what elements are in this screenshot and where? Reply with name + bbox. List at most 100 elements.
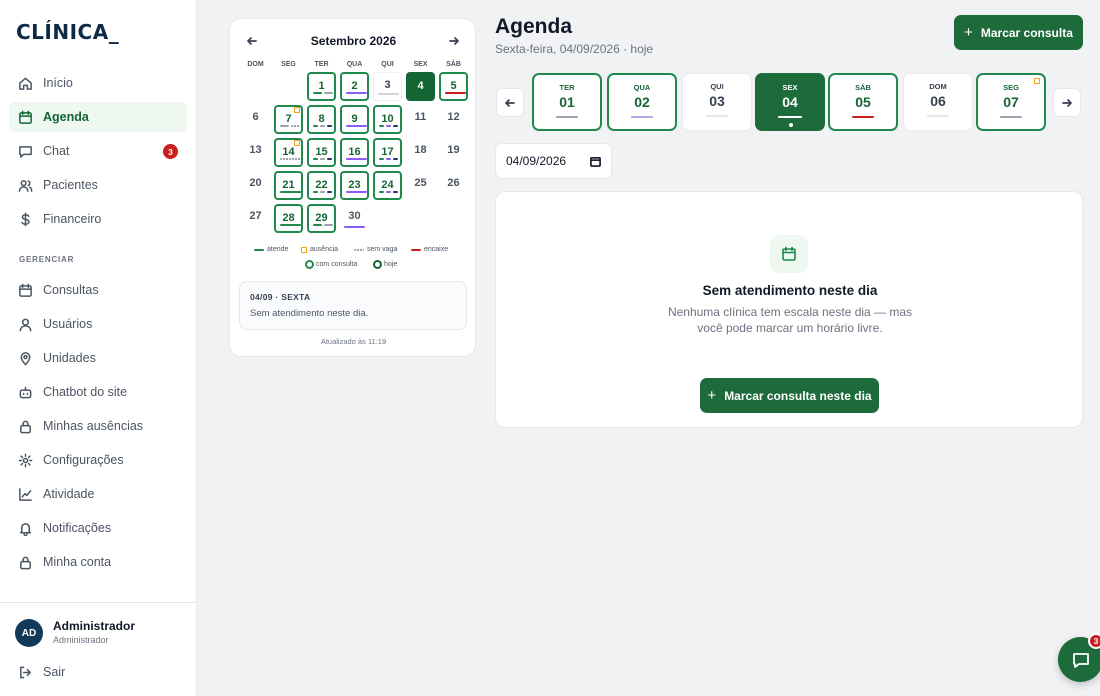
calendar-day[interactable]: 12 [439,105,468,134]
sidebar-item-usuarios[interactable]: Usuários [9,309,187,339]
sidebar-item-consultas[interactable]: Consultas [9,275,187,305]
sidebar-item-chatbot[interactable]: Chatbot do site [9,377,187,407]
strip-next-button[interactable] [1053,88,1081,117]
plus-icon: + [964,24,973,41]
calendar-day[interactable]: 26 [439,171,468,200]
calendar-day[interactable]: 13 [241,138,270,167]
sidebar-item-notificacoes[interactable]: Notificações [9,513,187,543]
calendar-icon [770,235,808,273]
updated-timestamp: Atualizado às 11:19 [320,337,387,346]
calendar-day[interactable]: 15 [307,138,336,167]
calendar-day-number: 14 [282,146,295,158]
user-name: Administrador [53,619,136,633]
logout-label: Sair [43,665,66,679]
sidebar-item-label: Minha conta [43,555,112,569]
sidebar-item-label: Chat [43,144,70,158]
strip-prev-button[interactable] [496,88,524,117]
calendar-day[interactable]: 30 [340,204,369,233]
calendar-day[interactable]: 16 [340,138,369,167]
weekday-header: SEG [281,61,296,68]
calendar-day-number: 28 [282,212,295,224]
sidebar-item-atividade[interactable]: Atividade [9,479,187,509]
sidebar-item-financeiro[interactable]: Financeiro [9,204,187,234]
avatar[interactable]: AD [15,619,43,647]
sidebar-item-pacientes[interactable]: Pacientes [9,170,187,200]
weekday-header: TER [314,61,329,68]
day-strip-number: 06 [930,93,946,109]
sidebar-item-unidades[interactable]: Unidades [9,343,187,373]
calendar-day[interactable]: 29 [307,204,336,233]
legend-hoje: hoje [373,260,397,269]
day-strip-number: 03 [709,93,725,109]
calendar-day[interactable]: 3 [373,72,402,101]
day-availability-mark [346,125,367,127]
book-this-day-label: Marcar consulta neste dia [724,388,872,403]
logout-button[interactable]: Sair [9,657,187,687]
calendar-day-number: 4 [417,80,424,92]
calendar-day[interactable]: 19 [439,138,468,167]
new-appointment-button[interactable]: + Marcar consulta [954,15,1083,50]
calendar-day[interactable]: 27 [241,204,270,233]
calendar-day[interactable]: 6 [241,105,270,134]
sidebar-item-agenda[interactable]: Agenda [9,102,187,132]
calendar-icon[interactable] [590,156,601,167]
day-availability-mark [386,191,391,193]
calendar-day[interactable]: 9 [340,105,369,134]
calendar-day[interactable]: 4 [406,72,435,101]
day-availability-mark [291,125,300,127]
calendar-day-number: 24 [381,179,394,191]
chat-icon [1072,652,1089,668]
calendar-day[interactable]: 10 [373,105,402,134]
calendar-day[interactable]: 11 [406,105,435,134]
day-availability-mark [313,191,318,193]
calendar-day-number: 8 [318,113,325,125]
calendar-day[interactable]: 22 [307,171,336,200]
day-strip-card[interactable]: SEG 07 [976,73,1046,131]
next-month-button[interactable] [446,33,462,49]
chat-fab-badge: 3 [1088,633,1100,649]
sidebar-item-label: Início [43,76,73,90]
calendar-day[interactable]: 1 [307,72,336,101]
calendar-day[interactable]: 25 [406,171,435,200]
calendar-day[interactable]: 8 [307,105,336,134]
day-availability-mark [327,158,332,160]
empty-state-panel: Sem atendimento neste dia Nenhuma clínic… [495,191,1083,428]
legend-com-consulta: com consulta [305,260,357,269]
calendar-day[interactable]: 28 [274,204,303,233]
calendar-day[interactable]: 17 [373,138,402,167]
day-strip-card[interactable]: DOM 06 [903,73,973,131]
day-strip-availability-bar [631,116,653,118]
sidebar-item-configuracoes[interactable]: Configurações [9,445,187,475]
sidebar-item-ausencias[interactable]: Minhas ausências [9,411,187,441]
day-availability-mark [445,92,466,94]
calendar-day[interactable]: 5 [439,72,468,101]
sidebar-item-inicio[interactable]: Início [9,68,187,98]
book-this-day-button[interactable]: + Marcar consulta neste dia [700,378,879,413]
calendar-day[interactable]: 24 [373,171,402,200]
day-strip-card[interactable]: QUA 02 [607,73,677,131]
sidebar-item-minha-conta[interactable]: Minha conta [9,547,187,577]
chat-unread-badge: 3 [163,144,178,159]
day-strip-weekday: SÁB [855,83,871,92]
sidebar-item-chat[interactable]: Chat 3 [9,136,187,166]
calendar-day[interactable]: 7 [274,105,303,134]
date-picker-input[interactable]: 04/09/2026 [495,143,612,179]
calendar-day[interactable]: 20 [241,171,270,200]
day-strip-card[interactable]: SEX 04 [755,73,825,131]
calendar-day[interactable]: 23 [340,171,369,200]
day-availability-mark [386,125,391,127]
weekday-header: SEX [413,61,428,68]
day-strip-card[interactable]: TER 01 [532,73,602,131]
day-strip-card[interactable]: SÁB 05 [828,73,898,131]
calendar-day[interactable]: 14 [274,138,303,167]
calendar-day[interactable]: 21 [274,171,303,200]
day-availability-mark [313,224,322,226]
calendar-day[interactable]: 18 [406,138,435,167]
day-availability-mark [327,125,332,127]
day-availability-mark [379,191,384,193]
app-logo[interactable]: CLÍNICA_ [16,20,119,44]
calendar-day[interactable]: 2 [340,72,369,101]
day-strip-card[interactable]: QUI 03 [682,73,752,131]
calendar-month-title: Setembro 2026 [310,34,397,48]
sidebar: CLÍNICA_ Início Agenda Chat 3 Pacientes … [0,0,197,696]
